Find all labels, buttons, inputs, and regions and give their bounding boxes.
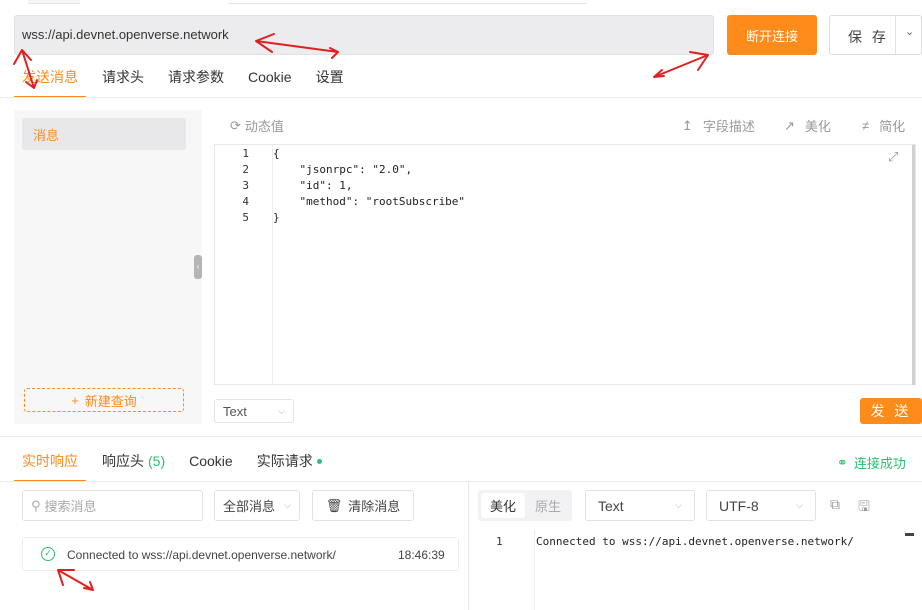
code-line[interactable]: { xyxy=(273,147,280,160)
top-strip xyxy=(0,0,922,6)
save-icon[interactable]: 🖫 xyxy=(858,496,870,520)
tab-realtime-response[interactable]: 实时响应 xyxy=(14,450,86,482)
response-gutter xyxy=(478,530,535,610)
beautify-view-button[interactable]: 美化 xyxy=(481,493,525,518)
line-number: 5 xyxy=(242,211,249,224)
code-line[interactable]: } xyxy=(273,211,280,224)
compress-icon: ≠ xyxy=(862,118,870,133)
code-line[interactable]: "method": "rootSubscribe" xyxy=(273,195,465,208)
response-content[interactable]: Connected to wss://api.devnet.openverse.… xyxy=(536,535,854,548)
body-format-value: Text xyxy=(223,403,247,419)
tab-actual-request[interactable]: 实际请求 xyxy=(249,450,330,482)
header-count-badge: (5) xyxy=(148,453,166,469)
new-query-label: 新建查询 xyxy=(84,393,137,409)
code-line[interactable]: "id": 1, xyxy=(273,179,352,192)
field-desc-button[interactable]: ↥ 字段描述 xyxy=(682,116,755,135)
request-tabs: 发送消息 请求头 请求参数 Cookie 设置 xyxy=(14,66,360,98)
message-time: 18:46:39 xyxy=(398,548,445,562)
url-text: wss://api.devnet.openverse.network xyxy=(22,27,229,42)
line-number: 4 xyxy=(242,195,249,208)
connection-status: ⚭ 连接成功 xyxy=(837,453,906,472)
message-text: Connected to wss://api.devnet.openverse.… xyxy=(67,548,336,562)
upload-icon: ↥ xyxy=(682,117,693,133)
tab-cookie[interactable]: Cookie xyxy=(240,66,300,98)
tab-request-params[interactable]: 请求参数 xyxy=(160,66,232,98)
response-tabs: 实时响应 响应头 (5) Cookie 实际请求 xyxy=(14,450,338,482)
divider xyxy=(0,481,922,482)
field-desc-label: 字段描述 xyxy=(702,119,755,134)
divider xyxy=(0,97,922,98)
tab-label: 实时响应 xyxy=(22,453,78,469)
response-type-select[interactable]: Text ⌵ xyxy=(585,490,695,521)
body-format-select[interactable]: Text ⌵ xyxy=(214,399,294,423)
clear-messages-label: 清除消息 xyxy=(348,499,401,514)
divider xyxy=(0,436,922,437)
simplify-button[interactable]: ≠ 简化 xyxy=(862,116,905,135)
tab-label: Cookie xyxy=(189,453,233,469)
message-sidebar xyxy=(14,110,202,424)
line-number: 1 xyxy=(496,535,503,548)
save-divider xyxy=(895,16,896,54)
dynamic-value-label: 动态值 xyxy=(244,119,284,134)
link-icon: ⚭ xyxy=(837,454,848,470)
annotation-arrow xyxy=(57,569,94,591)
chevron-down-icon[interactable]: ⌄ xyxy=(905,25,914,38)
dynamic-value-icon: ⟳ xyxy=(230,117,241,133)
tab-response-headers[interactable]: 响应头 (5) xyxy=(94,450,173,482)
line-number: 3 xyxy=(242,179,249,192)
connection-status-label: 连接成功 xyxy=(853,456,906,471)
plus-icon: + xyxy=(71,392,79,408)
simplify-label: 简化 xyxy=(879,119,906,134)
tab-request-headers[interactable]: 请求头 xyxy=(94,66,152,98)
new-query-button[interactable]: + 新建查询 xyxy=(24,388,184,412)
pane-divider[interactable] xyxy=(468,482,469,610)
tab-send-message[interactable]: 发送消息 xyxy=(14,66,86,98)
editor-scrollbar[interactable] xyxy=(912,145,915,385)
disconnect-button[interactable]: 断开连接 xyxy=(727,15,817,55)
encoding-value: UTF-8 xyxy=(719,497,759,514)
search-placeholder: 搜索消息 xyxy=(44,499,97,514)
list-item[interactable]: ✓ Connected to wss://api.devnet.openvers… xyxy=(22,537,459,571)
annotation-arrow xyxy=(653,51,709,78)
search-messages-input[interactable]: ⚲ 搜索消息 xyxy=(22,490,203,521)
tab-label: 响应头 xyxy=(102,453,144,469)
chevron-down-icon: ⌵ xyxy=(675,500,682,510)
line-number: 2 xyxy=(242,163,249,176)
save-button-label: 保 存 xyxy=(848,29,889,45)
expand-icon[interactable]: ⤢ xyxy=(888,149,898,165)
response-type-value: Text xyxy=(598,497,624,514)
tab-label: 实际请求 xyxy=(256,453,313,469)
chevron-down-icon: ⌵ xyxy=(796,500,803,510)
response-scrollbar[interactable] xyxy=(905,533,914,536)
chevron-down-icon: ⌵ xyxy=(278,405,285,416)
clear-messages-button[interactable]: 🗑 清除消息 xyxy=(312,490,414,521)
send-button[interactable]: 发 送 xyxy=(860,398,922,424)
copy-icon[interactable]: ⧉ xyxy=(830,496,840,513)
sidebar-item-message[interactable]: 消息 xyxy=(22,118,186,150)
dynamic-value-button[interactable]: ⟳ 动态值 xyxy=(230,116,284,135)
view-mode-toggle: 美化 原生 xyxy=(478,490,572,521)
encoding-select[interactable]: UTF-8 ⌵ xyxy=(706,490,816,521)
wand-icon: ↗ xyxy=(784,117,795,133)
message-filter-value: 全部消息 xyxy=(223,499,276,514)
tab-settings[interactable]: 设置 xyxy=(308,66,352,98)
tab-response-cookie[interactable]: Cookie xyxy=(181,450,241,482)
chevron-down-icon: ⌵ xyxy=(284,500,291,510)
save-button[interactable]: 保 存 ⌄ xyxy=(829,15,922,55)
line-number: 1 xyxy=(242,147,249,160)
code-line[interactable]: "jsonrpc": "2.0", xyxy=(273,163,412,176)
beautify-label: 美化 xyxy=(804,119,831,134)
status-dot xyxy=(316,459,322,464)
search-icon: ⚲ xyxy=(31,497,41,513)
beautify-button[interactable]: ↗ 美化 xyxy=(784,116,831,135)
collapse-handle[interactable]: ‹ xyxy=(194,255,202,279)
trash-icon: 🗑 xyxy=(325,497,343,513)
raw-view-button[interactable]: 原生 xyxy=(526,493,570,518)
check-circle-icon: ✓ xyxy=(41,547,55,561)
message-filter-select[interactable]: 全部消息 ⌵ xyxy=(214,490,300,521)
